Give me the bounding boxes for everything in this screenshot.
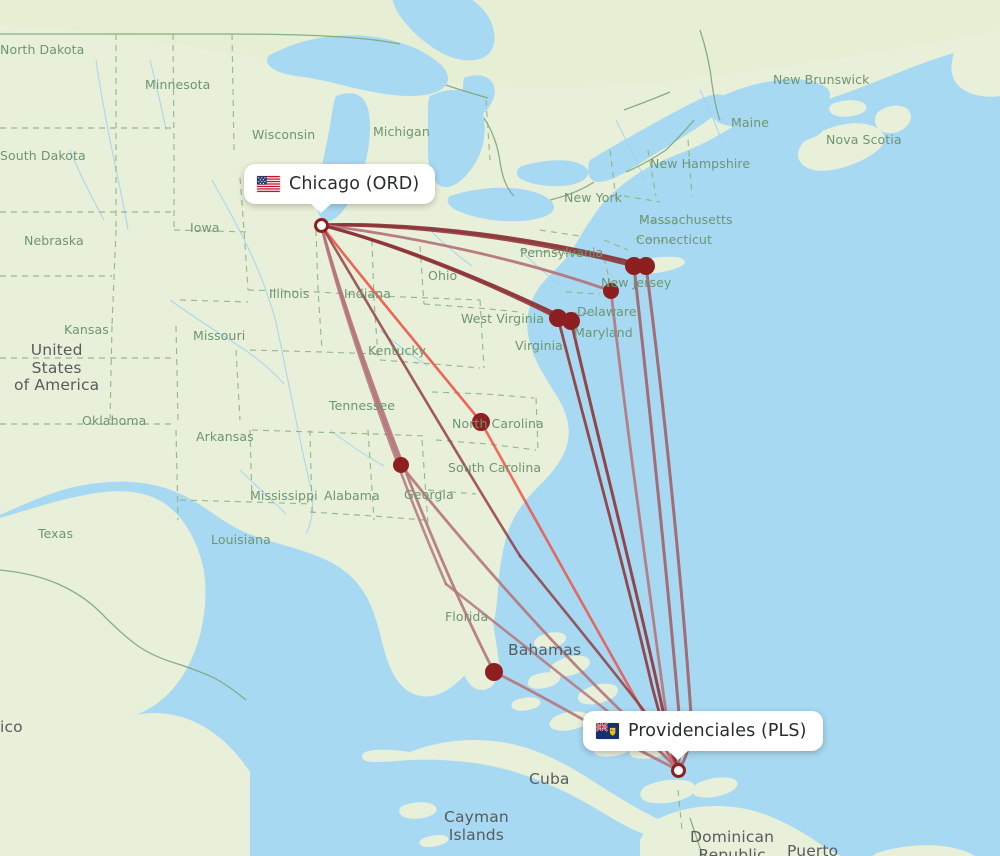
- destination-airport-label: Providenciales (PLS): [628, 721, 807, 741]
- destination-airport-callout[interactable]: Providenciales (PLS): [583, 711, 823, 760]
- waypoint-philadelphia-dot: [603, 283, 619, 299]
- waypoint-miami-dot: [485, 663, 503, 681]
- callout-tail: [310, 203, 332, 213]
- callout-tail: [667, 750, 689, 760]
- waypoint-newyork-dot: [637, 257, 655, 275]
- waypoint-atlanta-dot: [393, 457, 409, 473]
- waypoint-charlotte-dot: [472, 413, 490, 431]
- map-canvas: [0, 0, 1000, 856]
- origin-airport-callout[interactable]: Chicago (ORD): [244, 164, 436, 213]
- destination-airport-marker[interactable]: [670, 762, 686, 778]
- origin-airport-marker[interactable]: [313, 217, 329, 233]
- flight-route-map[interactable]: North Dakota Minnesota Michigan Maine New Br…: [0, 0, 1000, 856]
- us-flag-icon: [257, 176, 280, 192]
- waypoint-washington-dot: [562, 312, 580, 330]
- origin-airport-label: Chicago (ORD): [289, 174, 420, 194]
- turks-and-caicos-flag-icon: [596, 723, 619, 739]
